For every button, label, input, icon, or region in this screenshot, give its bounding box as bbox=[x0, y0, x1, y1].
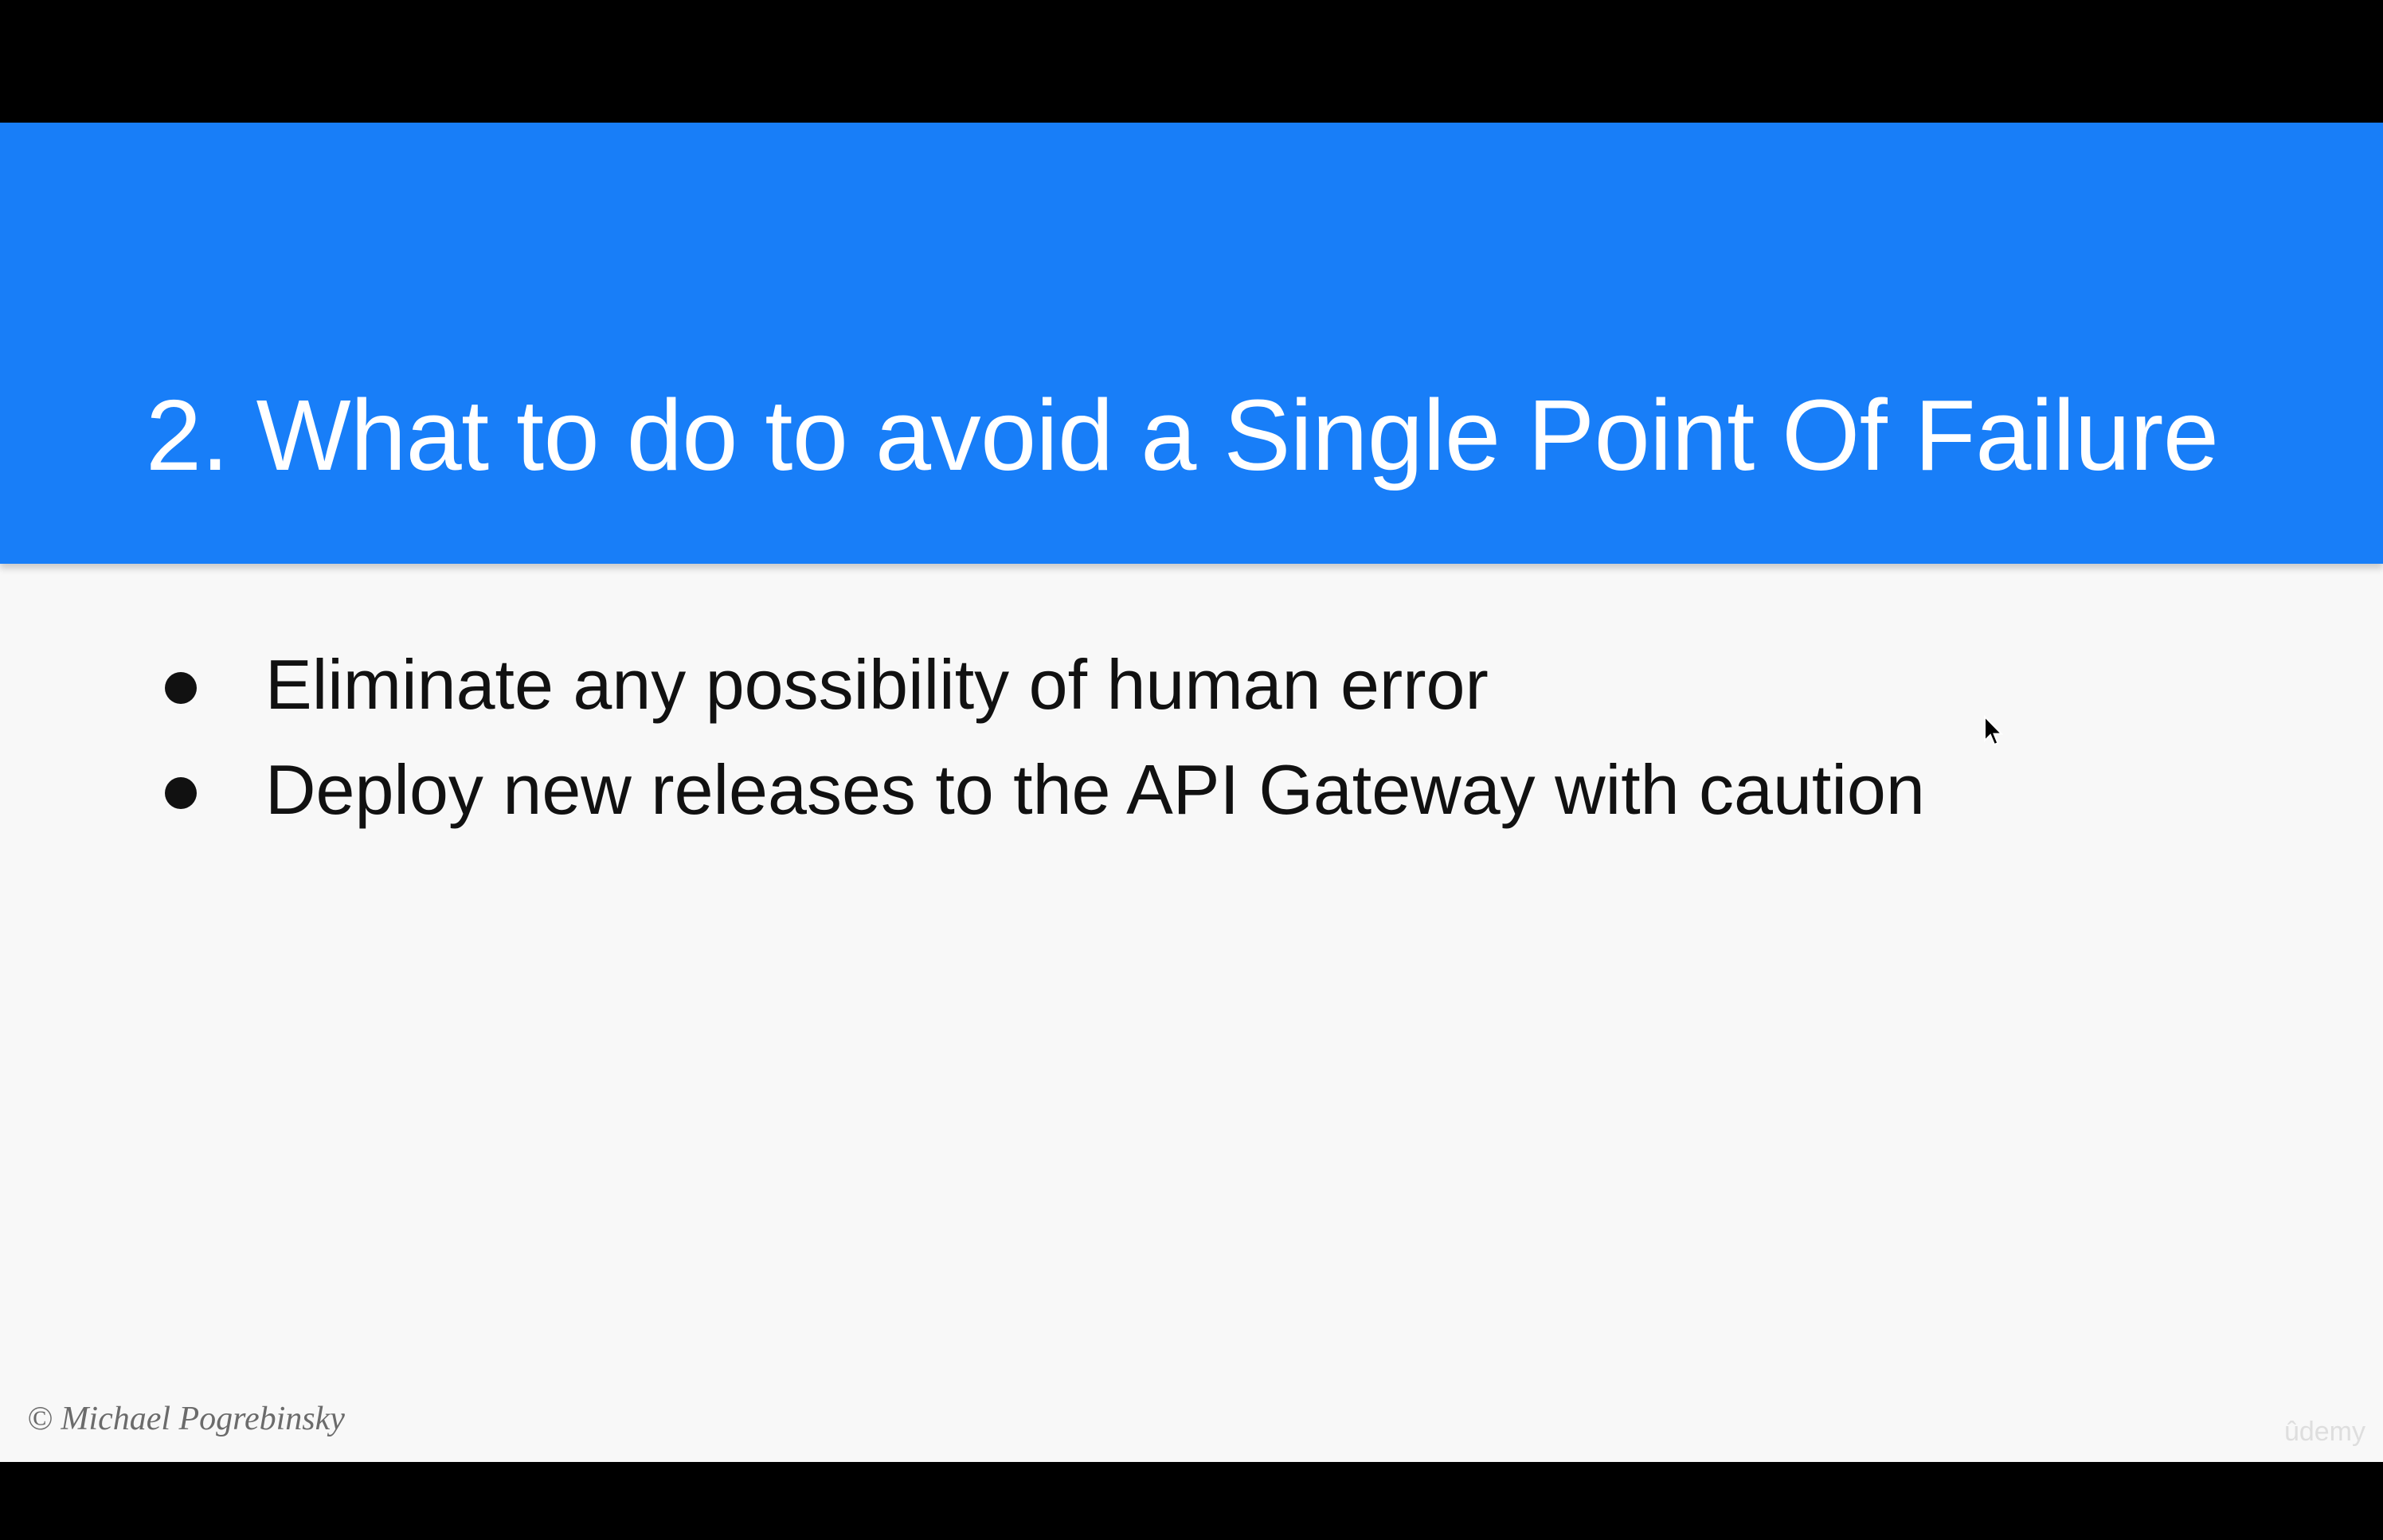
slide-title: 2. What to do to avoid a Single Point Of… bbox=[146, 379, 2219, 491]
udemy-watermark: ûdemy bbox=[2283, 1417, 2365, 1447]
slide-header-band: 2. What to do to avoid a Single Point Of… bbox=[0, 123, 2383, 564]
letterbox-top bbox=[0, 0, 2383, 123]
mouse-cursor-icon bbox=[1984, 715, 2004, 746]
bullet-point-icon bbox=[165, 777, 197, 809]
letterbox-bottom bbox=[0, 1462, 2383, 1540]
bullet-point-icon bbox=[165, 672, 197, 704]
bullet-text: Eliminate any possibility of human error bbox=[265, 645, 1489, 724]
presentation-slide: 2. What to do to avoid a Single Point Of… bbox=[0, 123, 2383, 1462]
bullet-text: Deploy new releases to the API Gateway w… bbox=[265, 750, 1925, 829]
video-player-frame: 2. What to do to avoid a Single Point Of… bbox=[0, 0, 2383, 1540]
copyright-notice: © Michael Pogrebinsky bbox=[27, 1401, 345, 1437]
